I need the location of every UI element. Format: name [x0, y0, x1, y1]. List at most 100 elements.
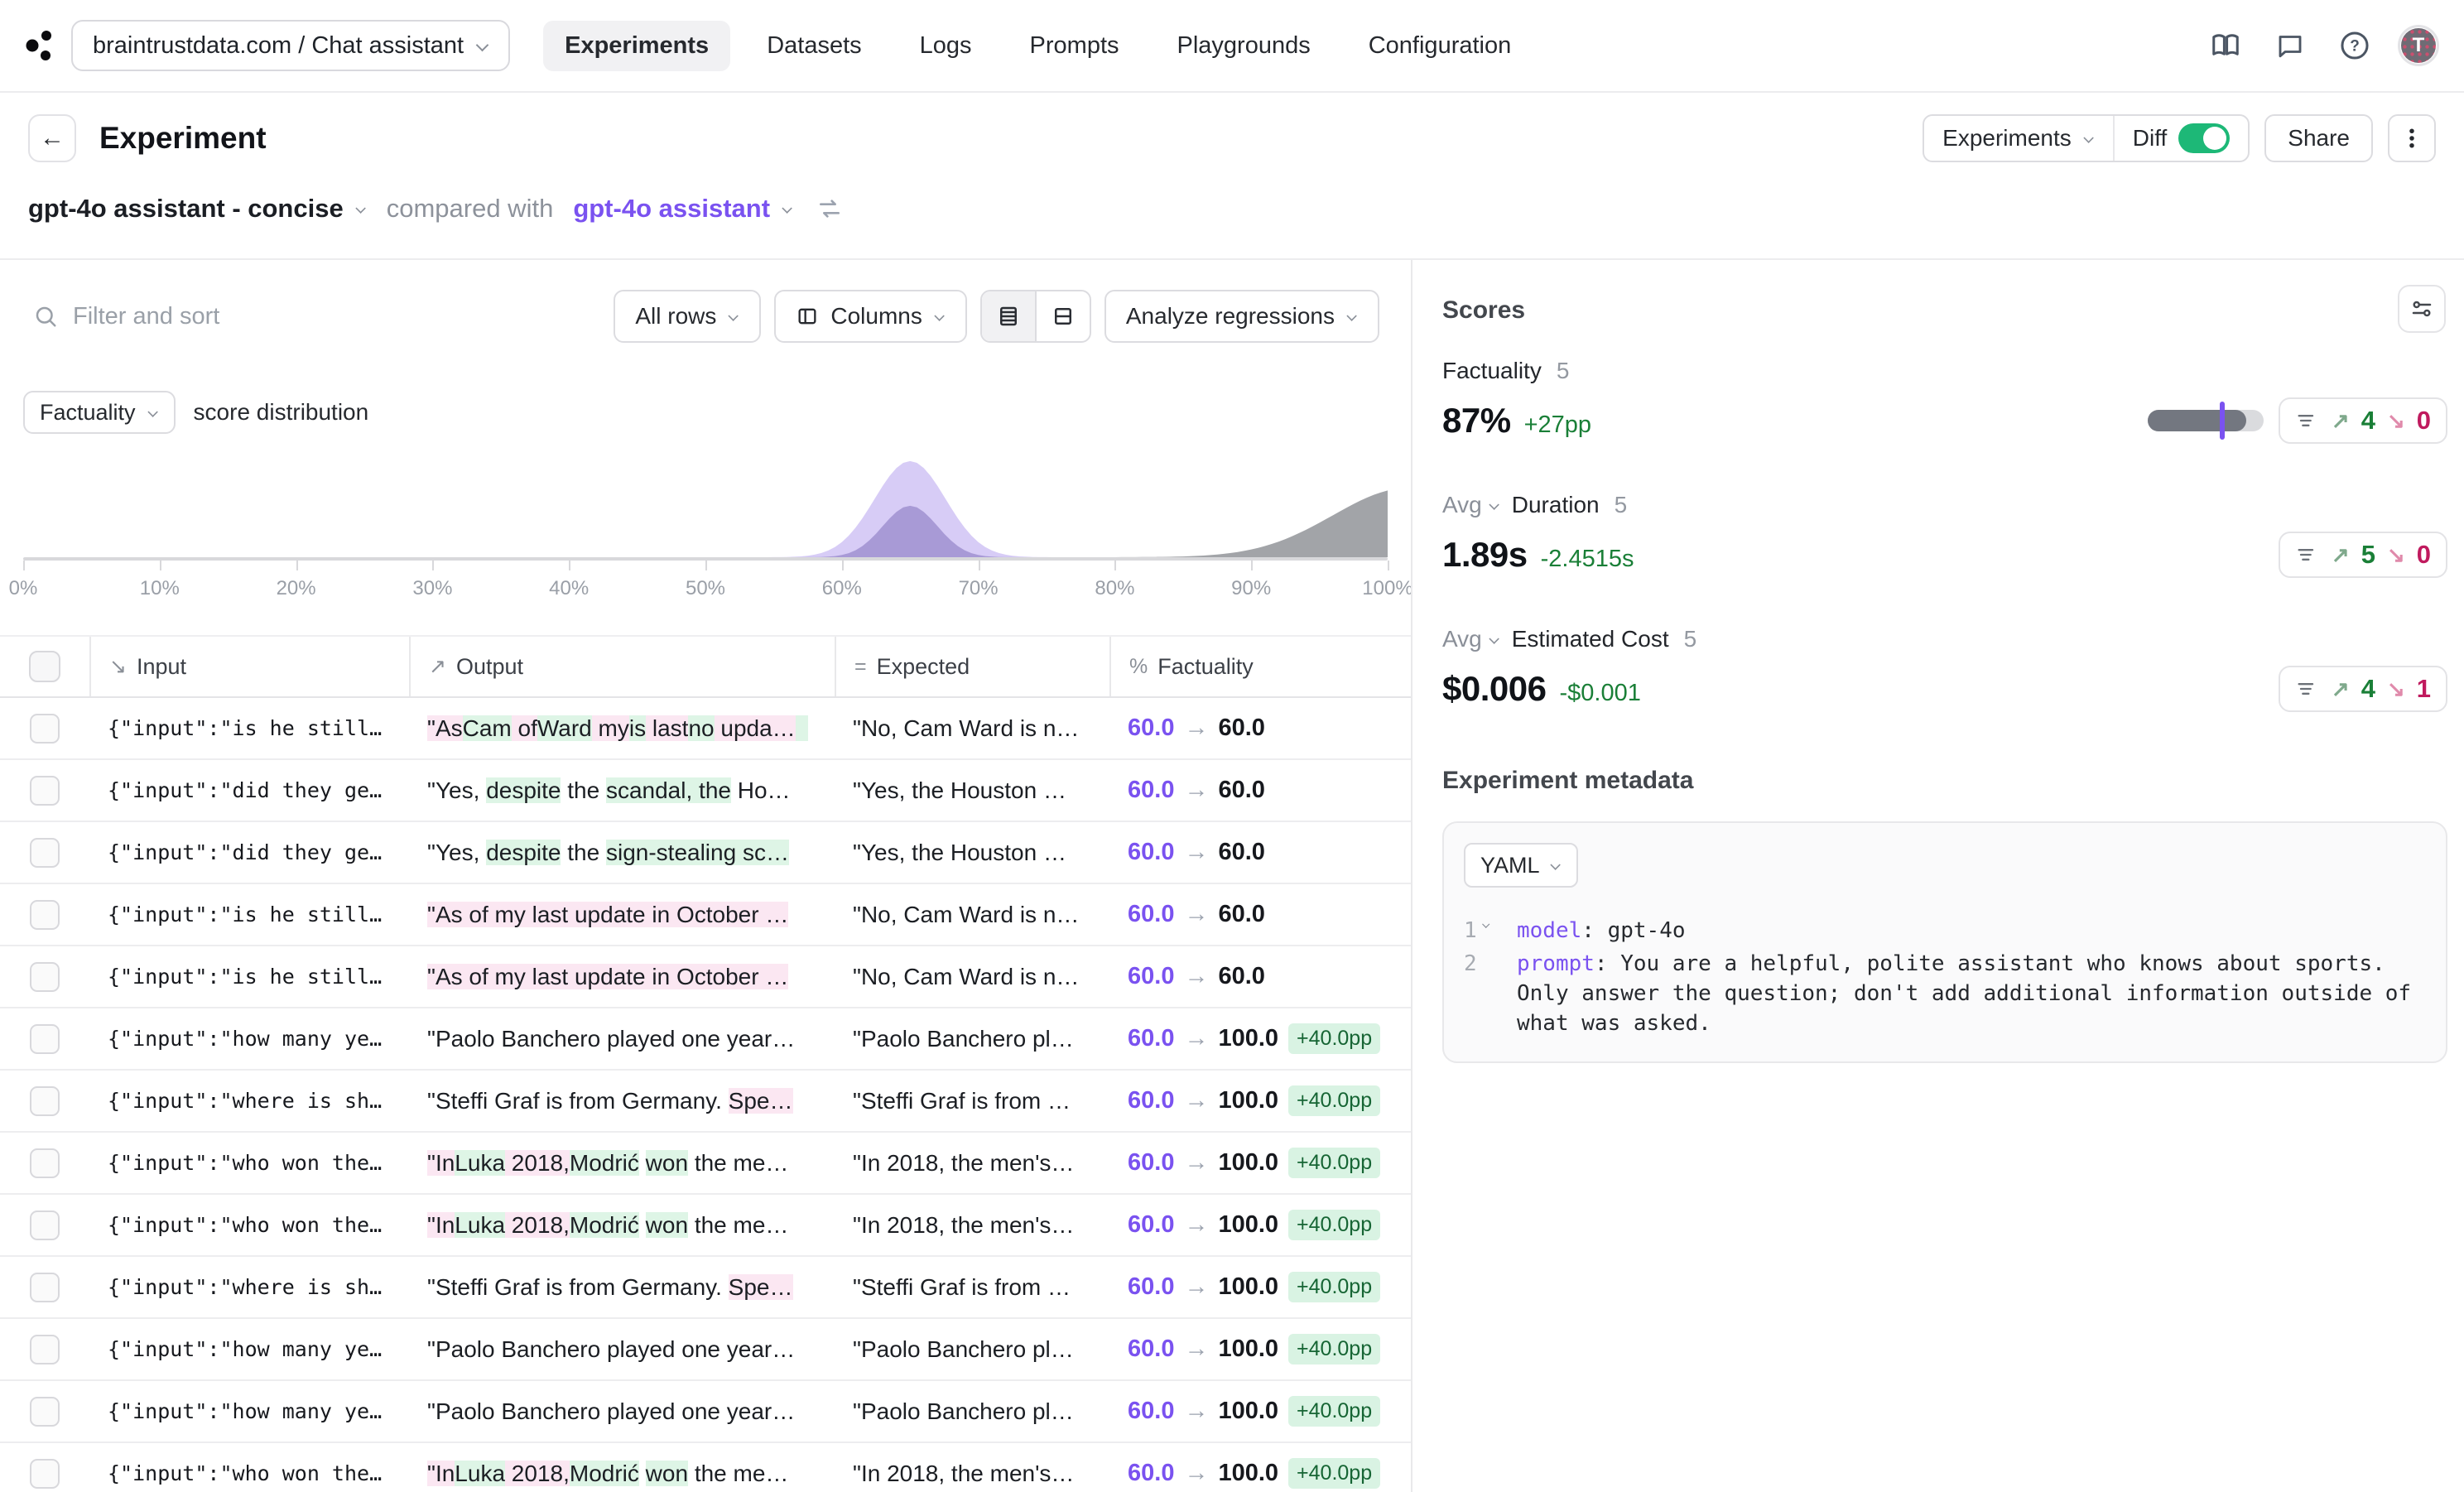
filter-search[interactable]: Filter and sort — [33, 303, 614, 330]
diff-segment: despite — [486, 839, 561, 865]
aggregation-selector[interactable]: Avg — [1442, 626, 1500, 652]
columns-button[interactable]: Columns — [774, 290, 967, 343]
row-checkbox[interactable] — [30, 837, 60, 868]
chevron-down-icon — [356, 204, 365, 213]
columns-icon — [798, 308, 816, 325]
table-row[interactable]: {"input":"is he still… "AsCam ofWard myis… — [0, 698, 1411, 760]
page-title: Experiment — [99, 121, 267, 155]
row-checkbox-cell — [0, 713, 89, 744]
comparison-selector[interactable]: gpt-4o assistant — [573, 194, 793, 224]
table-toolbar: Filter and sort All rows Columns Analyze… — [0, 260, 1411, 343]
metric-header: Factuality 5 — [1442, 358, 2447, 384]
experiment-selector[interactable]: gpt-4o assistant - concise — [28, 194, 367, 224]
table-row[interactable]: {"input":"did they ge… "Yes, despite the … — [0, 822, 1411, 884]
experiments-menu-button[interactable]: Experiments — [1924, 116, 2113, 161]
row-checkbox[interactable] — [30, 1458, 60, 1489]
tab-datasets[interactable]: Datasets — [745, 21, 883, 71]
table-row[interactable]: {"input":"how many ye… "Paolo Banchero pl… — [0, 1008, 1411, 1071]
chevron-down-icon — [148, 407, 157, 416]
tab-experiments[interactable]: Experiments — [543, 20, 731, 71]
rows-filter-button[interactable]: All rows — [614, 290, 762, 343]
tab-prompts[interactable]: Prompts — [1008, 21, 1141, 71]
output-cell: "InLuka 2018,Modrić won the me… — [409, 1149, 835, 1177]
row-checkbox[interactable] — [30, 775, 60, 806]
chevron-down-icon — [477, 40, 488, 51]
swap-comparison-button[interactable] — [808, 187, 851, 230]
row-checkbox[interactable] — [30, 961, 60, 992]
improvements-count: 5 — [2361, 540, 2375, 569]
aggregation-selector[interactable]: Avg — [1442, 492, 1500, 518]
table-row[interactable]: {"input":"who won the… "InLuka 2018,Modri… — [0, 1443, 1411, 1492]
input-cell: {"input":"who won the… — [108, 1461, 383, 1485]
tick-label: 90% — [1231, 577, 1272, 599]
table-row[interactable]: {"input":"is he still… "As of my last upd… — [0, 884, 1411, 946]
row-checkbox[interactable] — [30, 1334, 60, 1364]
score-comparison-value: 60.0 — [1128, 777, 1175, 803]
scores-settings-button[interactable] — [2398, 285, 2446, 333]
diff-label: Diff — [2132, 125, 2168, 151]
analyze-regressions-button[interactable]: Analyze regressions — [1104, 290, 1379, 343]
improvements-regressions-pill[interactable]: ↗ 5 ↘ 0 — [2279, 532, 2447, 578]
project-switcher[interactable]: braintrustdata.com / Chat assistant — [71, 20, 511, 71]
metric-values: 87% +27pp — [1442, 401, 1591, 440]
table-row[interactable]: {"input":"where is sh… "Steffi Graf is fr… — [0, 1257, 1411, 1319]
dense-rows-button[interactable] — [981, 291, 1035, 341]
chevron-down-icon — [1347, 311, 1356, 320]
row-checkbox[interactable] — [30, 1085, 60, 1116]
tick-label: 70% — [958, 577, 999, 599]
docs-button[interactable] — [2204, 24, 2247, 67]
feedback-button[interactable] — [2269, 24, 2312, 67]
score-comparison-value: 60.0 — [1128, 1398, 1175, 1424]
row-checkbox[interactable] — [30, 713, 60, 744]
row-checkbox[interactable] — [30, 1396, 60, 1427]
improvements-regressions-pill[interactable]: ↗ 4 ↘ 1 — [2279, 666, 2447, 712]
input-cell: {"input":"where is sh… — [108, 1275, 383, 1299]
table-row[interactable]: {"input":"is he still… "As of my last upd… — [0, 946, 1411, 1008]
improvements-regressions-pill[interactable]: ↗ 4 ↘ 0 — [2279, 397, 2447, 444]
row-checkbox[interactable] — [30, 1210, 60, 1240]
row-checkbox-cell — [0, 1148, 89, 1178]
score-comparison-value: 60.0 — [1128, 715, 1175, 741]
row-checkbox[interactable] — [30, 1148, 60, 1178]
table-row[interactable]: {"input":"how many ye… "Paolo Banchero pl… — [0, 1381, 1411, 1443]
share-button[interactable]: Share — [2264, 114, 2373, 162]
output-cell: "AsCam ofWard myis lastno upda… — [409, 715, 835, 742]
table-row[interactable]: {"input":"where is sh… "Steffi Graf is fr… — [0, 1071, 1411, 1133]
diff-segment: the me… — [688, 1149, 789, 1176]
score-value: 100.0 — [1218, 1025, 1279, 1052]
diff-segment: "In — [427, 1211, 455, 1238]
tab-configuration[interactable]: Configuration — [1347, 21, 1533, 71]
back-button[interactable]: ← — [28, 114, 76, 162]
tab-logs[interactable]: Logs — [898, 21, 994, 71]
up-down-counts: ↗ 4 ↘ 1 — [2332, 674, 2431, 704]
filter-icon — [2298, 549, 2314, 561]
table-row[interactable]: {"input":"who won the… "InLuka 2018,Modri… — [0, 1133, 1411, 1195]
table-row[interactable]: {"input":"did they ge… "Yes, despite the … — [0, 760, 1411, 822]
braintrust-logo-icon — [25, 29, 53, 62]
diff-segment: won — [645, 1460, 689, 1486]
table-row[interactable]: {"input":"how many ye… "Paolo Banchero pl… — [0, 1319, 1411, 1381]
user-avatar[interactable]: T — [2398, 25, 2439, 66]
table-row[interactable]: {"input":"who won the… "InLuka 2018,Modri… — [0, 1195, 1411, 1257]
more-options-button[interactable] — [2388, 114, 2436, 162]
distribution-metric-selector[interactable]: Factuality — [23, 391, 176, 434]
row-checkbox[interactable] — [30, 1272, 60, 1302]
tab-playgrounds[interactable]: Playgrounds — [1156, 21, 1332, 71]
regressions-count: 0 — [2416, 406, 2431, 435]
help-button[interactable]: ? — [2333, 24, 2376, 67]
input-cell: {"input":"who won the… — [108, 1151, 383, 1175]
diff-toggle[interactable] — [2178, 123, 2231, 153]
score-comparison-value: 60.0 — [1128, 901, 1175, 927]
split-rows-button[interactable] — [1037, 291, 1090, 341]
collapse-chevron-icon[interactable] — [1482, 921, 1489, 927]
arrow-right-icon: → — [1184, 839, 1209, 865]
metric-name: Duration — [1511, 492, 1600, 517]
select-all-checkbox[interactable] — [29, 651, 60, 682]
row-checkbox[interactable] — [30, 1023, 60, 1054]
metric-widgets: ↗ 4 ↘ 0 — [2148, 397, 2447, 444]
row-checkbox[interactable] — [30, 899, 60, 930]
metadata-format-selector[interactable]: YAML — [1464, 843, 1578, 888]
row-checkbox-cell — [0, 1085, 89, 1116]
output-cell: "Paolo Banchero played one year… — [409, 1336, 835, 1363]
kebab-icon — [2409, 128, 2414, 148]
